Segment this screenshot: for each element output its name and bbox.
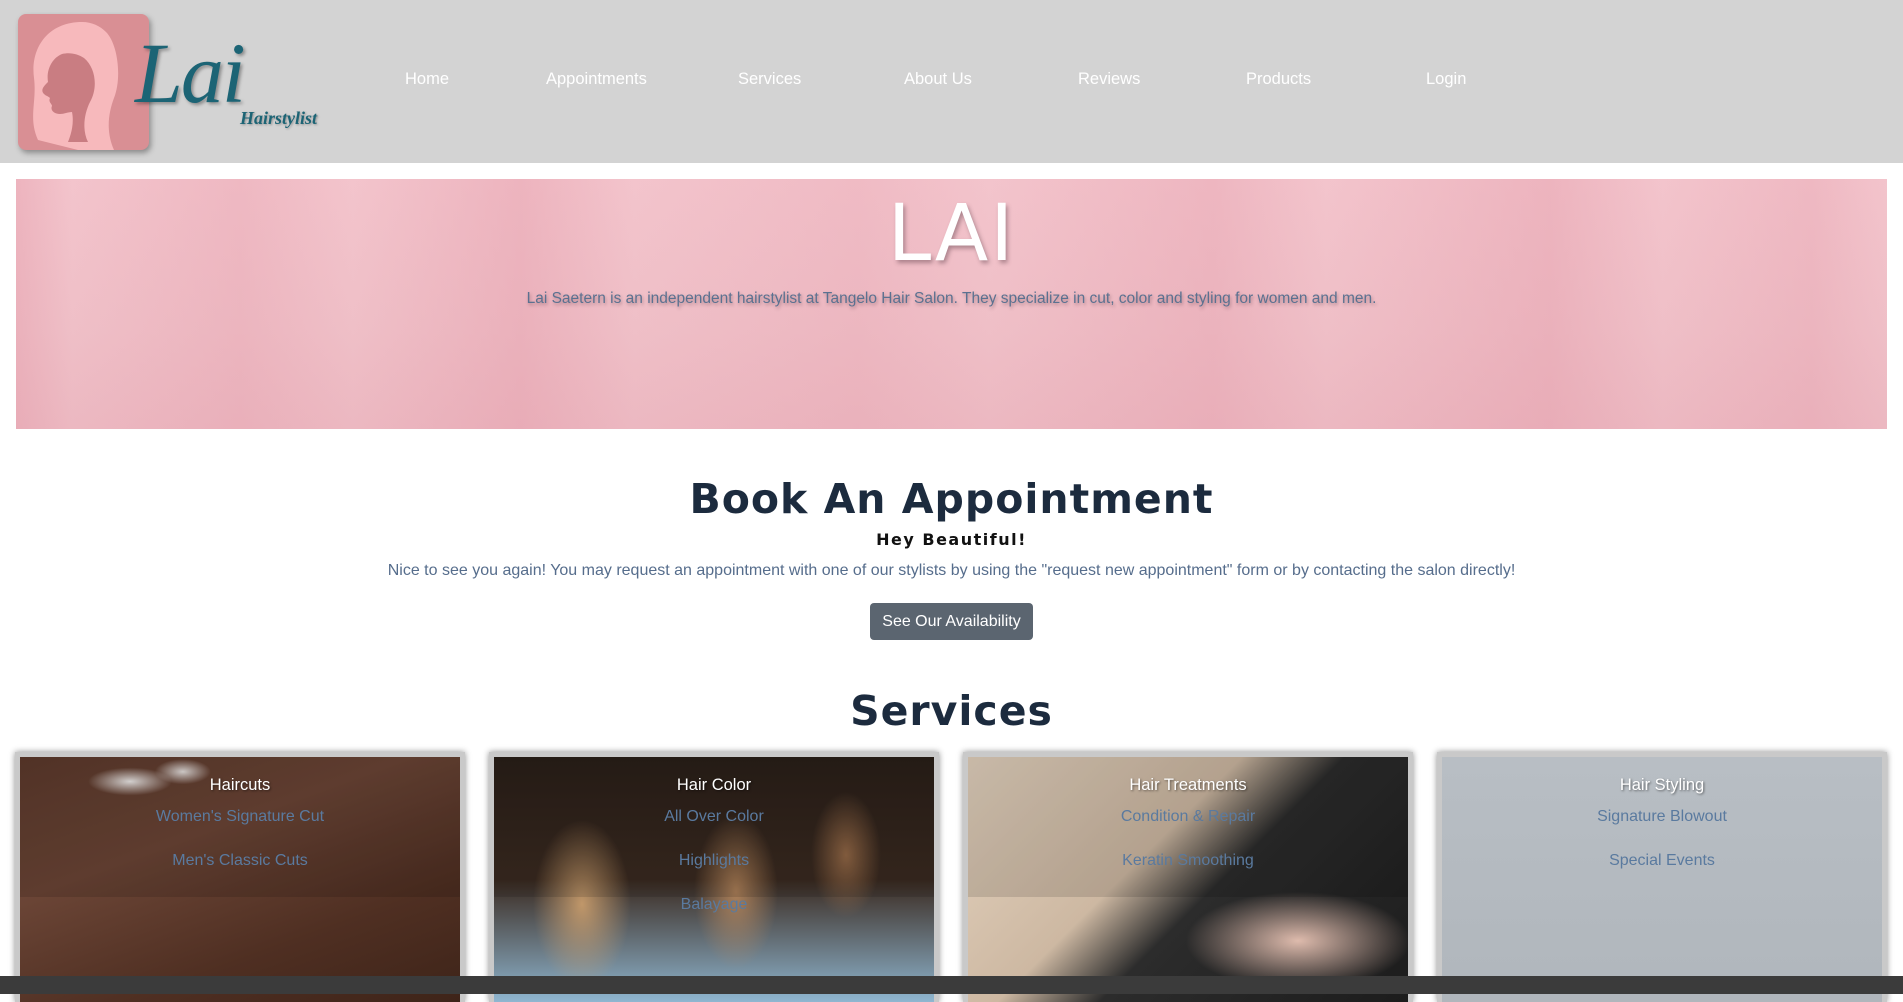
service-card-title: Hair Color — [676, 776, 752, 794]
service-item[interactable]: Signature Blowout — [1437, 808, 1887, 826]
service-item[interactable]: Women's Signature Cut — [15, 808, 465, 826]
bottom-bar — [0, 976, 1903, 994]
service-item[interactable]: Highlights — [489, 852, 939, 870]
nav-login[interactable]: Login — [1426, 70, 1466, 89]
navbar: Lai Hairstylist Home Appointments Servic… — [0, 0, 1903, 163]
service-card-haircuts[interactable]: Haircuts Women's Signature Cut Men's Cla… — [15, 752, 465, 1002]
nav-services[interactable]: Services — [738, 70, 801, 89]
service-card-title: Hair Styling — [1619, 776, 1705, 794]
services-title: Services — [850, 687, 1053, 735]
service-card-title: Hair Treatments — [1129, 776, 1247, 794]
service-card-hair-color[interactable]: Hair Color All Over Color Highlights Bal… — [489, 752, 939, 1002]
service-item[interactable]: Special Events — [1437, 852, 1887, 870]
service-item[interactable]: Condition & Repair — [963, 808, 1413, 826]
service-card-title: Haircuts — [209, 776, 271, 794]
nav-products[interactable]: Products — [1246, 70, 1311, 89]
hero-banner: LAI Lai Saetern is an independent hairst… — [16, 179, 1887, 429]
logo-tagline: Hairstylist — [240, 108, 318, 128]
logo-wordmark: Lai — [135, 25, 246, 121]
service-item[interactable]: All Over Color — [489, 808, 939, 826]
see-availability-button[interactable]: See Our Availability — [870, 603, 1033, 640]
service-card-hair-styling[interactable]: Hair Styling Signature Blowout Special E… — [1437, 752, 1887, 1002]
nav-appointments[interactable]: Appointments — [546, 70, 647, 89]
nav-reviews[interactable]: Reviews — [1078, 70, 1140, 89]
service-item[interactable]: Keratin Smoothing — [963, 852, 1413, 870]
hero-description: Lai Saetern is an independent hairstylis… — [526, 290, 1377, 307]
nav-about-us[interactable]: About Us — [904, 70, 972, 89]
nav-home[interactable]: Home — [405, 70, 449, 89]
hero-title: LAI — [887, 189, 1016, 279]
service-item[interactable]: Balayage — [489, 896, 939, 914]
book-title: Book An Appointment — [689, 475, 1214, 523]
book-subtitle: Hey Beautiful! — [876, 530, 1027, 549]
site-logo[interactable]: Lai Hairstylist — [16, 12, 326, 154]
woman-silhouette-icon — [18, 14, 149, 150]
book-description: Nice to see you again! You may request a… — [387, 562, 1516, 579]
service-card-hair-treatments[interactable]: Hair Treatments Condition & Repair Kerat… — [963, 752, 1413, 1002]
service-item[interactable]: Men's Classic Cuts — [15, 852, 465, 870]
